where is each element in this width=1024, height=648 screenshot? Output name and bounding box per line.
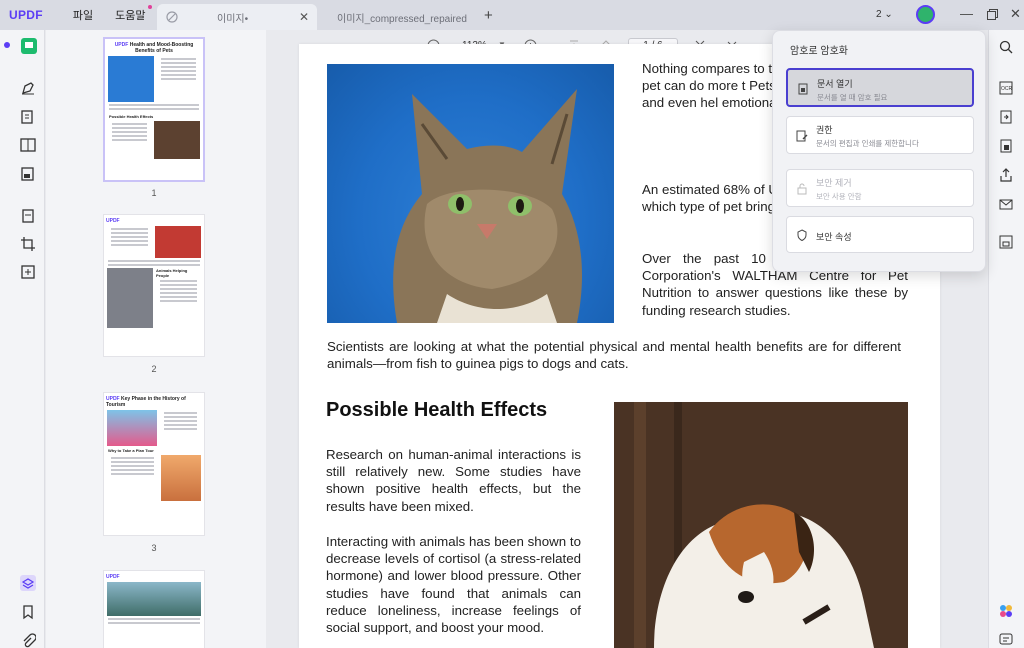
rail-indicator [4,42,10,48]
thumb-image [107,582,201,616]
unlock-icon [797,183,807,195]
thumbnail-page-2[interactable]: UPDF Animals Helping People [103,214,205,357]
thumb-section: Why to Take a Plan Tour [108,448,154,453]
crop-icon[interactable] [20,236,36,252]
search-icon[interactable] [999,40,1013,54]
thumbnail-page-4[interactable]: UPDF [103,570,205,648]
tab-close-icon[interactable]: ✕ [299,10,309,24]
thumbnail-panel: UPDF Health and Mood-Boosting Benefits o… [46,30,266,648]
tab-inactive-document[interactable]: 이미지_compressed_repaired [322,4,472,30]
document-tab-icon [166,11,178,23]
thumbnail-page-1[interactable]: UPDF Health and Mood-Boosting Benefits o… [103,37,205,182]
thumb-image [107,410,157,446]
svg-text:OCR: OCR [1001,86,1013,92]
thumb-cat-image [108,56,154,102]
card-permissions[interactable]: 권한 문서의 편집과 인쇄를 제한합니다 [786,116,974,154]
paragraph-interacting: Interacting with animals has been shown … [326,534,581,636]
thumbnail-page-number: 1 [151,188,157,198]
card-security-properties[interactable]: 보안 속성 [786,216,974,253]
tab-label: 이미지• [217,13,249,25]
share-icon[interactable] [999,168,1013,182]
thumb-image [155,226,201,258]
thumb-image [107,268,153,328]
organize-pages-icon[interactable] [20,208,36,224]
bookmark-icon[interactable] [20,604,36,620]
popup-title: 암호로 암호화 [790,46,848,57]
minimize-icon[interactable]: — [960,6,973,21]
page-view-icon[interactable] [20,137,36,153]
reader-icon[interactable] [20,37,38,55]
menu-help[interactable]: 도움말 [115,5,152,23]
card-subtitle: 보안 사용 안함 [816,192,862,201]
cat-illustration [393,89,582,323]
tab-label: 이미지_compressed_repaired [337,13,467,25]
card-title: 문서 열기 [817,79,853,89]
tab-active-document[interactable]: 이미지• ✕ [157,4,317,30]
paragraph-scientists: Scientists are looking at what the poten… [327,339,901,372]
ocr-icon[interactable]: OCR [999,81,1013,95]
save-icon[interactable] [999,235,1013,249]
thumbnail-page-3[interactable]: UPDF Key Phase in the History of Tourism… [103,392,205,536]
window-count[interactable]: 2 ⌄ [876,9,893,20]
card-title: 보안 제거 [816,178,852,188]
card-subtitle: 문서를 열 때 암호 필요 [817,93,888,102]
card-subtitle: 문서의 편집과 인쇄를 제한합니다 [816,139,919,148]
card-open-document[interactable]: 문서 열기 문서를 열 때 암호 필요 [786,68,974,107]
layers-icon[interactable] [20,575,36,591]
thumbnail-page-number: 2 [151,364,157,374]
edit-icon[interactable] [20,109,36,125]
right-tool-rail: OCR [988,30,1024,648]
app-logo: UPDF [9,8,43,22]
encrypt-password-popup: 암호로 암호화 문서 열기 문서를 열 때 암호 필요 권한 문서의 편집과 인… [772,30,986,272]
close-window-icon[interactable]: ✕ [1010,6,1021,22]
new-tab-button[interactable]: + [484,7,493,24]
dog-illustration [614,402,908,648]
edit-lock-icon [796,130,808,142]
document-lock-icon [798,83,808,95]
ai-assistant-icon[interactable] [999,604,1013,618]
card-title: 권한 [816,125,833,135]
card-remove-security[interactable]: 보안 제거 보안 사용 안함 [786,169,974,207]
tools-icon[interactable] [20,264,36,280]
paragraph-research: Research on human-animal interactions is… [326,447,581,514]
thumb-image [161,455,201,501]
notification-dot [147,5,152,9]
form-icon[interactable] [20,166,36,182]
menu-file[interactable]: 파일 [73,7,93,23]
thumb-logo: UPDF [106,574,120,580]
dog-photo [614,402,908,648]
chat-icon[interactable] [999,633,1013,647]
protect-icon[interactable] [999,139,1013,153]
card-title: 보안 속성 [816,232,852,242]
comment-icon[interactable] [20,80,36,96]
thumb-logo: UPDF [114,42,129,48]
left-tool-rail [0,30,45,648]
cat-photo [327,64,614,323]
menu-help-label: 도움말 [115,10,146,22]
avatar[interactable] [916,5,935,24]
window-count-value: 2 [876,9,882,20]
chevron-down-icon: ⌄ [884,9,893,20]
restore-icon[interactable] [987,9,998,20]
thumb-title: Health and Mood-Boosting Benefits of Pet… [129,42,194,54]
section-heading: Possible Health Effects [326,399,548,421]
thumb-logo: UPDF [106,218,120,224]
attachment-icon[interactable] [20,633,36,648]
title-bar: UPDF 파일 도움말 이미지• ✕ 이미지_compressed_repair… [0,0,1024,30]
thumb-section: Possible Health Effects [109,114,154,119]
thumbnail-page-number: 3 [151,543,157,553]
shield-icon [797,229,807,241]
convert-icon[interactable] [999,110,1013,124]
thumb-section: Animals Helping People [156,268,188,278]
email-icon[interactable] [999,197,1013,211]
thumb-dog-image [154,121,200,159]
